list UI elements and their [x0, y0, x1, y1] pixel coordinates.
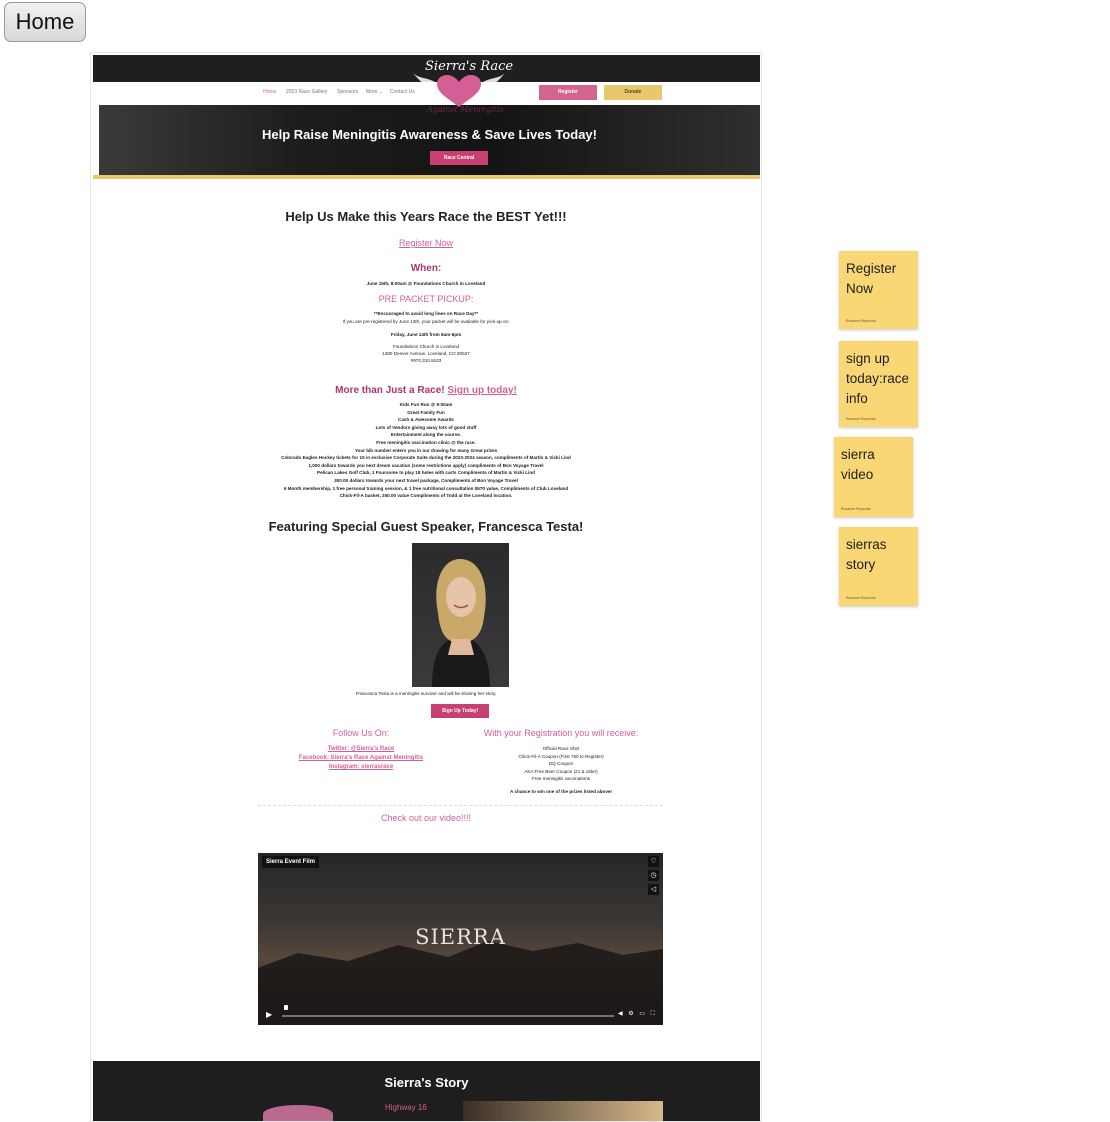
- note-author: Roxanne Reynolds: [846, 417, 876, 421]
- feature-item: Pelican Lakes Golf Club, 1 Foursome to p…: [317, 470, 535, 476]
- share-icon[interactable]: ◁: [648, 884, 659, 895]
- nav-more[interactable]: More ⌄: [366, 89, 383, 95]
- receive-title: With your Registration you will receive:: [483, 728, 639, 738]
- story-title: Sierra's Story: [384, 1075, 469, 1090]
- prepacket-time: Friday, June 14th from 8am-6pm: [390, 332, 462, 337]
- prepacket-note: **Encouraged to avoid long lines on Race…: [373, 311, 479, 316]
- features-list: Kids Fun Run @ 9:00am Great Family Fun Cas…: [91, 401, 761, 500]
- sticky-note[interactable]: sign up today:race info Roxanne Reynolds: [839, 341, 918, 427]
- portrait-image: [432, 559, 490, 687]
- gold-divider: [93, 175, 760, 179]
- receive-item: AKA Free Beer Coupon (21 & older): [524, 768, 598, 774]
- feature-item: 300.00 dollars towards your next travel …: [334, 477, 518, 483]
- speaker-heading: Featuring Special Guest Speaker, Frances…: [268, 519, 584, 534]
- facebook-link[interactable]: Facebook: Sierra's Race Against Meningit…: [261, 754, 461, 763]
- receive-item: Chick-Fil-A Coupon (First 750 to Registe…: [518, 753, 604, 759]
- note-author: Roxanne Reynolds: [841, 507, 871, 511]
- story-snippet: Highway 16: [385, 1103, 427, 1112]
- receive-item: Free meningitis vaccinations: [532, 776, 590, 782]
- section-divider: [258, 805, 663, 806]
- address-line: #970.310.9103: [410, 358, 442, 363]
- nav-race-gallery[interactable]: 2023 Race Gallery: [286, 89, 327, 95]
- note-author: Roxanne Reynolds: [846, 319, 876, 323]
- twitter-link[interactable]: Twitter: @Sierra's Race: [261, 745, 461, 754]
- story-section: Sierra's Story Highway 16: [93, 1061, 760, 1121]
- feature-item: Kids Fun Run @ 9:00am: [399, 402, 453, 407]
- register-now-link[interactable]: Register Now: [399, 238, 453, 248]
- nav-home[interactable]: Home: [263, 89, 276, 95]
- note-author: Roxanne Reynolds: [846, 596, 876, 600]
- speaker-photo: [412, 543, 509, 687]
- video-player[interactable]: Sierra Event Film ♡ ◷ ◁ SIERRA ▶ ◀ ⚙ ▭ ⛶: [258, 853, 663, 1025]
- video-controls-icons[interactable]: ◀ ⚙ ▭ ⛶: [618, 1010, 657, 1018]
- feature-item: Entertainment along the course.: [390, 432, 462, 438]
- video-center-text: SIERRA: [415, 925, 506, 949]
- note-text: sierra video: [841, 447, 875, 482]
- race-central-button[interactable]: Race Central: [430, 151, 488, 165]
- feature-item: 6 Month membership, 1 free personal trai…: [283, 485, 569, 491]
- note-text: sign up today:race info: [846, 351, 910, 406]
- when-label: When:: [410, 263, 442, 274]
- heart-icon[interactable]: ♡: [648, 856, 659, 867]
- sign-up-today-button[interactable]: Sign Up Today!: [431, 704, 489, 718]
- feature-item: Free meningitis vaccination clinic @ the…: [376, 439, 476, 445]
- clock-icon[interactable]: ◷: [648, 870, 659, 881]
- logo-line1: Sierra's Race: [425, 59, 514, 74]
- home-button[interactable]: Home: [4, 2, 86, 42]
- receive-item: Official Race Shirt: [542, 746, 580, 751]
- more-than-race: More than Just a Race! Sign up today!: [91, 385, 761, 396]
- site-logo[interactable]: Sierra's Race Against Meningitis: [409, 57, 513, 123]
- receive-bold: A chance to win one of the prizes listed…: [510, 789, 612, 794]
- more-label: More than Just a Race!: [335, 385, 445, 396]
- donate-button[interactable]: Donate: [604, 85, 662, 100]
- progress-chip: [284, 1005, 288, 1010]
- sticky-note[interactable]: Register Now Roxanne Reynolds: [839, 251, 918, 329]
- register-button[interactable]: Register: [539, 85, 597, 100]
- note-text: sierras story: [846, 537, 887, 572]
- website-screenshot-frame: Home 2023 Race Gallery Sponsors More ⌄ C…: [90, 52, 762, 1122]
- feature-item: Your bib number enters you in our drawin…: [354, 447, 498, 453]
- speaker-caption: Francesca Testa is a meningitis survivor…: [355, 691, 497, 696]
- hero-title: Help Raise Meningitis Awareness & Save L…: [262, 127, 597, 142]
- nav-sponsors[interactable]: Sponsors: [337, 89, 358, 95]
- logo-line2: Against Meningitis: [427, 105, 504, 114]
- follow-title: Follow Us On:: [332, 728, 390, 738]
- sticky-note[interactable]: sierras story Roxanne Reynolds: [839, 527, 918, 606]
- note-text: Register Now: [846, 261, 897, 296]
- receive-item: DQ Coupon: [548, 761, 574, 767]
- when-date: June 15th, 8:00am @ Foundations Church i…: [366, 281, 486, 286]
- feature-item: Cash & Awesome Awards: [398, 417, 454, 423]
- prepacket-detail: If you are pre-registered by June 13th, …: [342, 319, 510, 324]
- heart-graphic: [263, 1105, 333, 1121]
- sign-up-today-link[interactable]: Sign up today!: [447, 385, 516, 396]
- feature-item: Lots of Vendors giving away lots of good…: [375, 424, 477, 430]
- receive-list: Official Race Shirt Chick-Fil-A Coupon (F…: [461, 745, 661, 783]
- feature-item: Great Family Fun: [407, 409, 445, 415]
- sticky-note[interactable]: sierra video Roxanne Reynolds: [834, 437, 913, 517]
- progress-bar[interactable]: [282, 1015, 614, 1017]
- video-link-text[interactable]: Check out our video!!!!: [91, 813, 761, 823]
- prepacket-title: PRE PACKET PICKUP:: [378, 294, 474, 304]
- video-title: Sierra Event Film: [262, 856, 320, 868]
- feature-item: Colorado Eagles Hockey tickets for 15 in…: [281, 455, 571, 461]
- instagram-link[interactable]: Instagram: sierrasrace: [261, 763, 461, 772]
- main-heading: Help Us Make this Years Race the BEST Ye…: [285, 209, 567, 224]
- feature-item: Chick-Fil-A basket, 250.00 value Complim…: [339, 493, 513, 499]
- feature-item: 1,000 dollars towards you next dream vac…: [308, 462, 544, 468]
- play-icon[interactable]: ▶: [266, 1010, 272, 1019]
